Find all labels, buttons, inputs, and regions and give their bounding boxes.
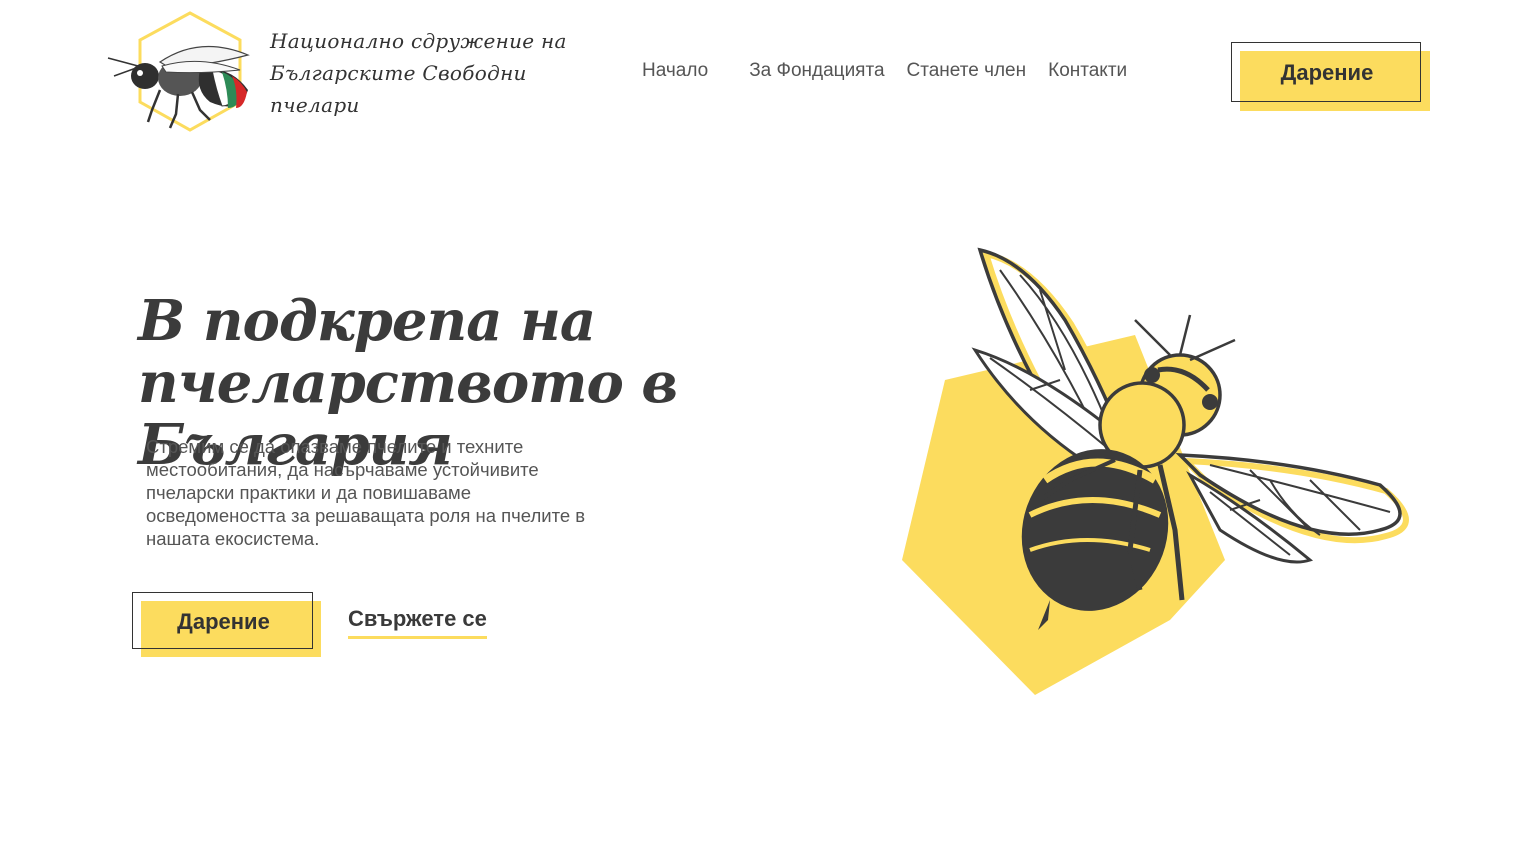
hero-description: Стремим се да опазваме пчелите и техните… — [146, 436, 586, 549]
logo-link[interactable]: Национално сдружение на Българските Своб… — [100, 10, 570, 135]
bee-illustration-icon — [902, 247, 1409, 695]
brand-line-1: Национално сдружение на — [270, 28, 567, 53]
nav-item-home[interactable]: Начало — [642, 60, 708, 82]
donate-button-header[interactable]: Дарение — [1231, 42, 1430, 111]
bee-logo-icon — [107, 11, 250, 132]
donate-button-hero[interactable]: Дарение — [132, 592, 321, 657]
donate-hero-label: Дарение — [177, 609, 270, 634]
nav-item-contacts[interactable]: Контакти — [1048, 60, 1127, 82]
contact-us-link[interactable]: Свържете се — [348, 606, 487, 639]
main-navigation: Начало За Фондацията Станете член Контак… — [642, 60, 1149, 82]
nav-item-about[interactable]: За Фондацията — [749, 60, 884, 82]
donate-button-label: Дарение — [1280, 60, 1374, 85]
nav-item-membership[interactable]: Станете член — [907, 60, 1027, 82]
brand-line-2: Българските Свободни пчелари — [270, 60, 527, 117]
brand-name: Национално сдружение на Българските Своб… — [270, 25, 570, 121]
hero-title-line-1: В подкрепа на — [138, 288, 596, 354]
